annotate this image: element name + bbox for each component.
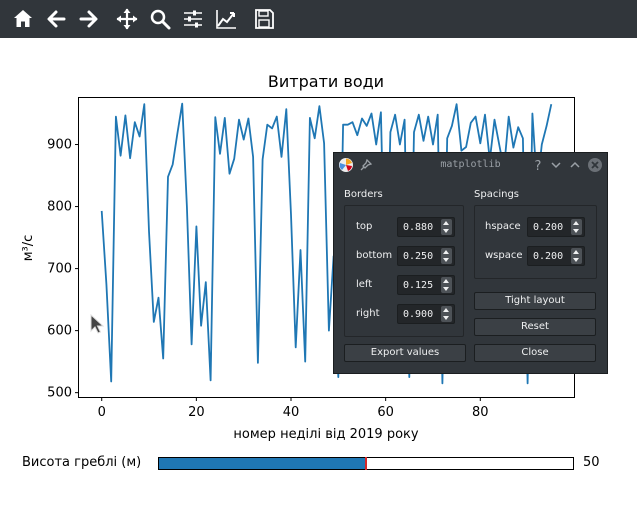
dialog-titlebar[interactable]: matplotlib ?: [334, 153, 607, 177]
hspace-increment[interactable]: [573, 221, 579, 225]
y-tick-label: 800: [47, 200, 72, 215]
wspace-value: 0.200: [533, 251, 564, 262]
slider-handle[interactable]: [365, 457, 367, 470]
wspace-increment[interactable]: [573, 250, 579, 254]
help-button[interactable]: ?: [530, 157, 546, 173]
home-button[interactable]: [6, 2, 39, 36]
svg-text:?: ?: [535, 159, 542, 172]
x-axis: 0 20 40 60 80: [98, 397, 489, 420]
slider-fill: [159, 458, 366, 469]
left-spinbox[interactable]: 0.125: [397, 275, 455, 295]
maximize-button[interactable]: [567, 157, 583, 173]
bottom-label: bottom: [356, 250, 393, 261]
y-tick-label: 900: [47, 138, 72, 153]
subplots-button[interactable]: [176, 2, 209, 36]
reset-button[interactable]: Reset: [474, 318, 596, 336]
top-label: top: [356, 221, 373, 232]
sliders-icon: [183, 10, 202, 28]
line-chart-icon: [215, 10, 236, 29]
left-increment[interactable]: [443, 279, 449, 283]
wspace-decrement[interactable]: [573, 258, 579, 262]
y-tick-label: 500: [47, 386, 72, 401]
export-values-button[interactable]: Export values: [344, 344, 466, 362]
pan-button[interactable]: [110, 2, 143, 36]
wspace-label: wspace: [485, 250, 523, 261]
chevron-up-icon: [570, 161, 580, 168]
bottom-increment[interactable]: [443, 250, 449, 254]
navigation-toolbar: [0, 0, 637, 38]
y-tick-label: 600: [47, 324, 72, 339]
y-tick-label: 700: [47, 262, 72, 277]
y-axis: 500 600 700 800 900: [47, 138, 79, 401]
top-decrement[interactable]: [443, 229, 449, 233]
right-spinbox[interactable]: 0.900: [397, 304, 455, 324]
y-axis-label: м³/с: [21, 235, 36, 262]
close-window-button[interactable]: [587, 157, 603, 173]
right-increment[interactable]: [443, 308, 449, 312]
wspace-spinbox[interactable]: 0.200: [527, 246, 585, 266]
x-tick-label: 0: [98, 405, 106, 420]
move-icon: [116, 8, 137, 30]
home-icon: [13, 10, 32, 27]
x-tick-label: 80: [472, 405, 489, 420]
close-icon: [588, 158, 602, 172]
zoom-button[interactable]: [143, 2, 176, 36]
subplot-tool-dialog: matplotlib ? Borders top 0.880 bottom 0.…: [333, 152, 608, 374]
right-label: right: [356, 308, 380, 319]
arrow-left-icon: [47, 10, 65, 28]
left-value: 0.125: [403, 280, 434, 291]
slider-value: 50: [583, 455, 600, 470]
top-spinbox[interactable]: 0.880: [397, 217, 455, 237]
x-tick-label: 60: [377, 405, 394, 420]
magnifier-icon: [150, 9, 170, 30]
forward-button[interactable]: [72, 2, 105, 36]
matplotlib-window: Витрати води 500 600 700 800 900 0 20 40 60 80 н…: [0, 0, 637, 516]
arrow-right-icon: [79, 10, 97, 28]
hspace-label: hspace: [485, 221, 521, 232]
x-tick-label: 40: [283, 405, 300, 420]
chart-title: Витрати води: [268, 72, 384, 91]
right-value: 0.900: [403, 309, 434, 320]
top-increment[interactable]: [443, 221, 449, 225]
top-value: 0.880: [403, 222, 434, 233]
bottom-spinbox[interactable]: 0.250: [397, 246, 455, 266]
left-label: left: [356, 279, 373, 290]
hspace-value: 0.200: [533, 222, 564, 233]
hspace-spinbox[interactable]: 0.200: [527, 217, 585, 237]
bottom-decrement[interactable]: [443, 258, 449, 262]
left-decrement[interactable]: [443, 287, 449, 291]
back-button[interactable]: [39, 2, 72, 36]
floppy-disk-icon: [254, 9, 274, 29]
hspace-decrement[interactable]: [573, 229, 579, 233]
save-button[interactable]: [247, 2, 280, 36]
question-icon: ?: [535, 159, 542, 172]
x-tick-label: 20: [188, 405, 205, 420]
minimize-button[interactable]: [548, 157, 564, 173]
close-button[interactable]: Close: [474, 344, 596, 362]
chevron-down-icon: [551, 162, 561, 169]
customize-button[interactable]: [209, 2, 242, 36]
mouse-pointer-icon: [90, 314, 104, 334]
bottom-value: 0.250: [403, 251, 434, 262]
x-axis-label: номер неділі від 2019 року: [233, 427, 418, 442]
dam-height-slider[interactable]: [158, 457, 574, 470]
slider-label: Висота греблі (м): [22, 455, 142, 470]
tight-layout-button[interactable]: Tight layout: [474, 292, 596, 310]
borders-group-label: Borders: [344, 189, 383, 200]
spacings-group-label: Spacings: [474, 189, 519, 200]
right-decrement[interactable]: [443, 316, 449, 320]
